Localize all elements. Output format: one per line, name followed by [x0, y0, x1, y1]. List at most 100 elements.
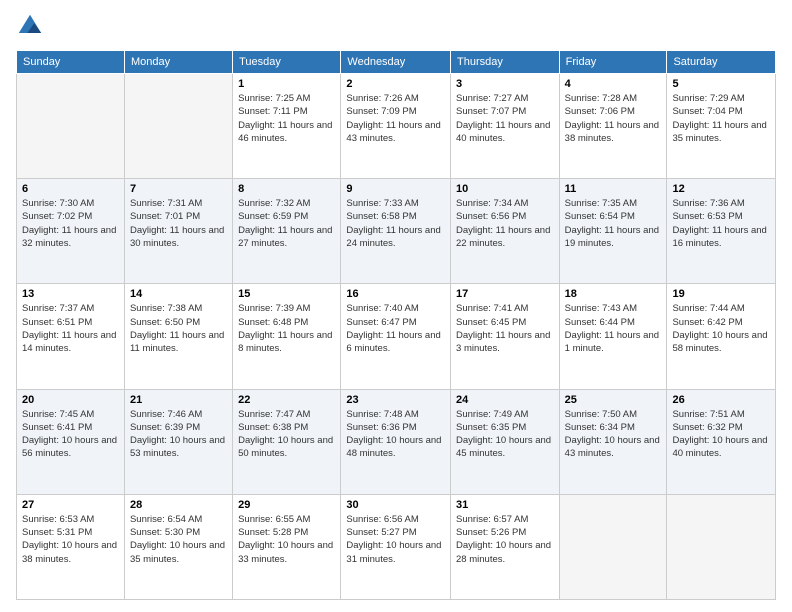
- day-info: Sunrise: 7:51 AMSunset: 6:32 PMDaylight:…: [672, 408, 770, 461]
- header: [16, 12, 776, 40]
- day-number: 27: [22, 499, 119, 511]
- calendar-cell: 22 Sunrise: 7:47 AMSunset: 6:38 PMDayligh…: [233, 389, 341, 494]
- day-info: Sunrise: 7:40 AMSunset: 6:47 PMDaylight:…: [346, 302, 445, 355]
- day-number: 17: [456, 288, 554, 300]
- calendar-cell: 31 Sunrise: 6:57 AMSunset: 5:26 PMDayligh…: [451, 494, 560, 599]
- calendar-cell: 8 Sunrise: 7:32 AMSunset: 6:59 PMDaylight…: [233, 179, 341, 284]
- day-info: Sunrise: 6:55 AMSunset: 5:28 PMDaylight:…: [238, 513, 335, 566]
- day-number: 25: [565, 394, 662, 406]
- weekday-header-row: SundayMondayTuesdayWednesdayThursdayFrid…: [17, 51, 776, 74]
- day-number: 23: [346, 394, 445, 406]
- calendar-cell: 10 Sunrise: 7:34 AMSunset: 6:56 PMDayligh…: [451, 179, 560, 284]
- day-info: Sunrise: 7:44 AMSunset: 6:42 PMDaylight:…: [672, 302, 770, 355]
- day-number: 10: [456, 183, 554, 195]
- calendar-cell: 5 Sunrise: 7:29 AMSunset: 7:04 PMDaylight…: [667, 74, 776, 179]
- day-number: 8: [238, 183, 335, 195]
- day-number: 21: [130, 394, 227, 406]
- calendar-cell: 1 Sunrise: 7:25 AMSunset: 7:11 PMDaylight…: [233, 74, 341, 179]
- day-info: Sunrise: 7:39 AMSunset: 6:48 PMDaylight:…: [238, 302, 335, 355]
- calendar-week-1: 6 Sunrise: 7:30 AMSunset: 7:02 PMDaylight…: [17, 179, 776, 284]
- calendar-cell: 23 Sunrise: 7:48 AMSunset: 6:36 PMDayligh…: [341, 389, 451, 494]
- day-info: Sunrise: 7:25 AMSunset: 7:11 PMDaylight:…: [238, 92, 335, 145]
- day-number: 28: [130, 499, 227, 511]
- day-info: Sunrise: 6:57 AMSunset: 5:26 PMDaylight:…: [456, 513, 554, 566]
- calendar-cell: 12 Sunrise: 7:36 AMSunset: 6:53 PMDayligh…: [667, 179, 776, 284]
- day-number: 5: [672, 78, 770, 90]
- calendar-cell: 29Sunrise: 6:55 AMSunset: 5:28 PMDayligh…: [233, 494, 341, 599]
- day-info: Sunrise: 7:31 AMSunset: 7:01 PMDaylight:…: [130, 197, 227, 250]
- day-number: 18: [565, 288, 662, 300]
- day-info: Sunrise: 7:47 AMSunset: 6:38 PMDaylight:…: [238, 408, 335, 461]
- day-number: 6: [22, 183, 119, 195]
- day-number: 22: [238, 394, 335, 406]
- weekday-thursday: Thursday: [451, 51, 560, 74]
- calendar-week-4: 27 Sunrise: 6:53 AMSunset: 5:31 PMDayligh…: [17, 494, 776, 599]
- calendar-cell: 7Sunrise: 7:31 AMSunset: 7:01 PMDaylight…: [124, 179, 232, 284]
- day-info: Sunrise: 6:53 AMSunset: 5:31 PMDaylight:…: [22, 513, 119, 566]
- calendar-cell: 6 Sunrise: 7:30 AMSunset: 7:02 PMDaylight…: [17, 179, 125, 284]
- calendar-cell: 20 Sunrise: 7:45 AMSunset: 6:41 PMDayligh…: [17, 389, 125, 494]
- day-number: 9: [346, 183, 445, 195]
- day-number: 24: [456, 394, 554, 406]
- calendar-cell: 16 Sunrise: 7:40 AMSunset: 6:47 PMDayligh…: [341, 284, 451, 389]
- day-number: 11: [565, 183, 662, 195]
- calendar-cell: 18 Sunrise: 7:43 AMSunset: 6:44 PMDayligh…: [559, 284, 667, 389]
- day-info: Sunrise: 7:32 AMSunset: 6:59 PMDaylight:…: [238, 197, 335, 250]
- calendar-week-3: 20 Sunrise: 7:45 AMSunset: 6:41 PMDayligh…: [17, 389, 776, 494]
- calendar-table: SundayMondayTuesdayWednesdayThursdayFrid…: [16, 50, 776, 600]
- day-info: Sunrise: 7:49 AMSunset: 6:35 PMDaylight:…: [456, 408, 554, 461]
- calendar-cell: 26Sunrise: 7:51 AMSunset: 6:32 PMDayligh…: [667, 389, 776, 494]
- calendar-week-2: 13 Sunrise: 7:37 AMSunset: 6:51 PMDayligh…: [17, 284, 776, 389]
- calendar-cell: 9 Sunrise: 7:33 AMSunset: 6:58 PMDaylight…: [341, 179, 451, 284]
- day-info: Sunrise: 7:37 AMSunset: 6:51 PMDaylight:…: [22, 302, 119, 355]
- day-number: 20: [22, 394, 119, 406]
- calendar-cell: 13 Sunrise: 7:37 AMSunset: 6:51 PMDayligh…: [17, 284, 125, 389]
- calendar-cell: 2 Sunrise: 7:26 AMSunset: 7:09 PMDaylight…: [341, 74, 451, 179]
- day-number: 4: [565, 78, 662, 90]
- calendar-cell: [559, 494, 667, 599]
- day-number: 1: [238, 78, 335, 90]
- calendar-cell: 14Sunrise: 7:38 AMSunset: 6:50 PMDayligh…: [124, 284, 232, 389]
- logo-icon: [16, 12, 44, 40]
- weekday-monday: Monday: [124, 51, 232, 74]
- day-info: Sunrise: 7:46 AMSunset: 6:39 PMDaylight:…: [130, 408, 227, 461]
- page: SundayMondayTuesdayWednesdayThursdayFrid…: [0, 0, 792, 612]
- day-info: Sunrise: 7:48 AMSunset: 6:36 PMDaylight:…: [346, 408, 445, 461]
- day-info: Sunrise: 6:54 AMSunset: 5:30 PMDaylight:…: [130, 513, 227, 566]
- calendar-cell: [667, 494, 776, 599]
- day-info: Sunrise: 7:45 AMSunset: 6:41 PMDaylight:…: [22, 408, 119, 461]
- calendar-cell: 4Sunrise: 7:28 AMSunset: 7:06 PMDaylight…: [559, 74, 667, 179]
- day-number: 30: [346, 499, 445, 511]
- day-number: 31: [456, 499, 554, 511]
- day-info: Sunrise: 7:30 AMSunset: 7:02 PMDaylight:…: [22, 197, 119, 250]
- calendar-cell: 3Sunrise: 7:27 AMSunset: 7:07 PMDaylight…: [451, 74, 560, 179]
- day-number: 19: [672, 288, 770, 300]
- calendar-week-0: 1 Sunrise: 7:25 AMSunset: 7:11 PMDaylight…: [17, 74, 776, 179]
- day-info: Sunrise: 6:56 AMSunset: 5:27 PMDaylight:…: [346, 513, 445, 566]
- calendar-cell: 28 Sunrise: 6:54 AMSunset: 5:30 PMDayligh…: [124, 494, 232, 599]
- day-number: 15: [238, 288, 335, 300]
- day-info: Sunrise: 7:26 AMSunset: 7:09 PMDaylight:…: [346, 92, 445, 145]
- day-info: Sunrise: 7:33 AMSunset: 6:58 PMDaylight:…: [346, 197, 445, 250]
- calendar-cell: [124, 74, 232, 179]
- day-number: 2: [346, 78, 445, 90]
- day-info: Sunrise: 7:35 AMSunset: 6:54 PMDaylight:…: [565, 197, 662, 250]
- day-info: Sunrise: 7:43 AMSunset: 6:44 PMDaylight:…: [565, 302, 662, 355]
- day-info: Sunrise: 7:38 AMSunset: 6:50 PMDaylight:…: [130, 302, 227, 355]
- calendar-cell: [17, 74, 125, 179]
- weekday-sunday: Sunday: [17, 51, 125, 74]
- day-info: Sunrise: 7:50 AMSunset: 6:34 PMDaylight:…: [565, 408, 662, 461]
- weekday-saturday: Saturday: [667, 51, 776, 74]
- day-info: Sunrise: 7:29 AMSunset: 7:04 PMDaylight:…: [672, 92, 770, 145]
- calendar-cell: 24 Sunrise: 7:49 AMSunset: 6:35 PMDayligh…: [451, 389, 560, 494]
- calendar-cell: 17Sunrise: 7:41 AMSunset: 6:45 PMDayligh…: [451, 284, 560, 389]
- day-number: 16: [346, 288, 445, 300]
- day-info: Sunrise: 7:36 AMSunset: 6:53 PMDaylight:…: [672, 197, 770, 250]
- calendar-cell: 30 Sunrise: 6:56 AMSunset: 5:27 PMDayligh…: [341, 494, 451, 599]
- day-number: 13: [22, 288, 119, 300]
- weekday-tuesday: Tuesday: [233, 51, 341, 74]
- weekday-friday: Friday: [559, 51, 667, 74]
- day-number: 12: [672, 183, 770, 195]
- day-info: Sunrise: 7:27 AMSunset: 7:07 PMDaylight:…: [456, 92, 554, 145]
- day-info: Sunrise: 7:34 AMSunset: 6:56 PMDaylight:…: [456, 197, 554, 250]
